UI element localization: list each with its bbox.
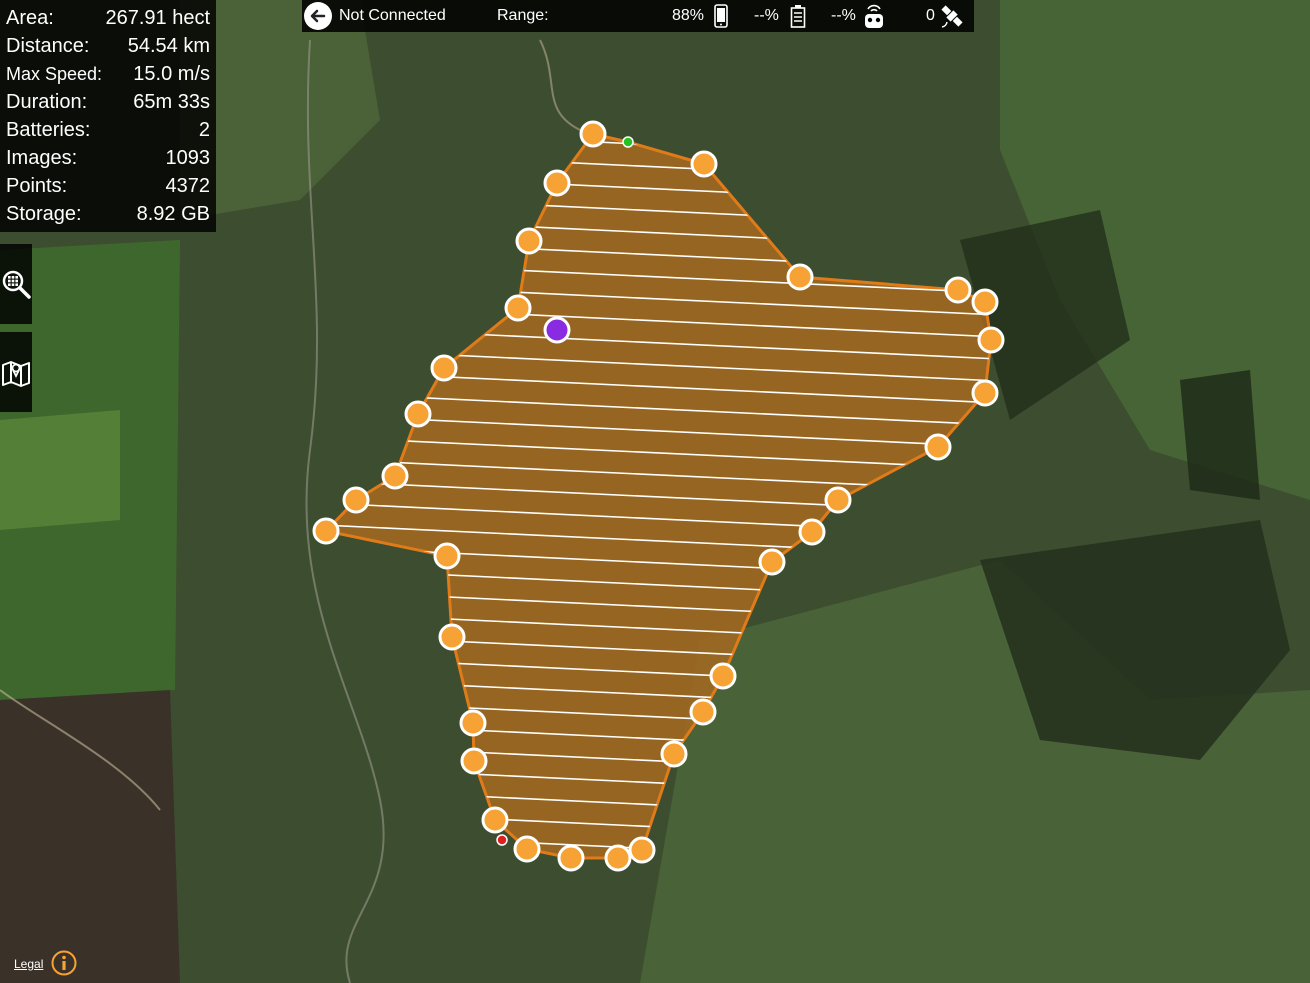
legal-link[interactable]: Legal — [14, 957, 43, 971]
waypoint-marker[interactable] — [515, 227, 543, 255]
controller-signal-value: --% — [831, 7, 856, 24]
waypoint-marker[interactable] — [660, 740, 688, 768]
waypoint-marker[interactable] — [824, 486, 852, 514]
waypoint-marker[interactable] — [758, 548, 786, 576]
waypoint-marker[interactable] — [342, 486, 370, 514]
waypoint-marker[interactable] — [944, 276, 972, 304]
waypoint-marker[interactable] — [433, 542, 461, 570]
stat-distance: Distance: 54.54 km — [6, 35, 210, 57]
grid-search-button[interactable] — [0, 244, 32, 324]
map-icon — [2, 361, 30, 387]
map-type-button[interactable] — [0, 332, 32, 412]
start-point-marker — [622, 136, 634, 148]
waypoint-marker[interactable] — [709, 662, 737, 690]
stat-batteries: Batteries: 2 — [6, 119, 210, 141]
range-label: Range: — [497, 7, 549, 24]
stat-area: Area: 267.91 hect — [6, 7, 210, 29]
waypoint-marker[interactable] — [312, 517, 340, 545]
waypoint-marker[interactable] — [459, 709, 487, 737]
satellite-count: 0 — [926, 7, 935, 24]
connection-status: Not Connected — [339, 7, 446, 24]
waypoint-marker[interactable] — [690, 150, 718, 178]
waypoint-marker[interactable] — [924, 433, 952, 461]
waypoint-marker[interactable] — [543, 169, 571, 197]
waypoint-marker[interactable] — [971, 288, 999, 316]
waypoint-marker[interactable] — [513, 835, 541, 863]
back-button[interactable] — [304, 2, 332, 30]
stat-images: Images: 1093 — [6, 147, 210, 169]
phone-icon — [714, 4, 728, 28]
arrow-left-icon — [310, 9, 326, 23]
mission-stats-panel: Area: 267.91 hect Distance: 54.54 km Max… — [0, 0, 216, 232]
waypoint-marker[interactable] — [430, 354, 458, 382]
waypoint-marker[interactable] — [798, 518, 826, 546]
remote-controller-icon — [865, 4, 883, 28]
info-icon[interactable] — [51, 950, 77, 976]
status-bar: Not Connected Range: 88% --% --% 0 — [302, 0, 974, 32]
end-point-marker — [496, 834, 508, 846]
stat-max-speed: Max Speed: 15.0 m/s — [6, 63, 210, 85]
waypoint-marker[interactable] — [557, 844, 585, 872]
waypoint-marker[interactable] — [404, 400, 432, 428]
waypoint-marker[interactable] — [438, 623, 466, 651]
waypoint-marker[interactable] — [971, 379, 999, 407]
stat-storage: Storage: 8.92 GB — [6, 203, 210, 225]
home-location-marker[interactable] — [543, 316, 571, 344]
waypoint-marker[interactable] — [689, 698, 717, 726]
stat-duration: Duration: 65m 33s — [6, 91, 210, 113]
device-battery-value: 88% — [672, 7, 705, 24]
waypoint-marker[interactable] — [381, 462, 409, 490]
waypoint-marker[interactable] — [628, 836, 656, 864]
waypoint-marker[interactable] — [481, 806, 509, 834]
battery-icon — [790, 5, 806, 28]
waypoint-marker[interactable] — [579, 120, 607, 148]
waypoint-marker[interactable] — [604, 844, 632, 872]
satellite-icon — [941, 5, 963, 28]
grid-search-icon — [2, 270, 31, 299]
waypoint-marker[interactable] — [460, 747, 488, 775]
waypoint-marker[interactable] — [786, 263, 814, 291]
drone-battery-value: --% — [754, 7, 779, 24]
waypoint-marker[interactable] — [504, 294, 532, 322]
waypoint-marker[interactable] — [977, 326, 1005, 354]
stat-points: Points: 4372 — [6, 175, 210, 197]
